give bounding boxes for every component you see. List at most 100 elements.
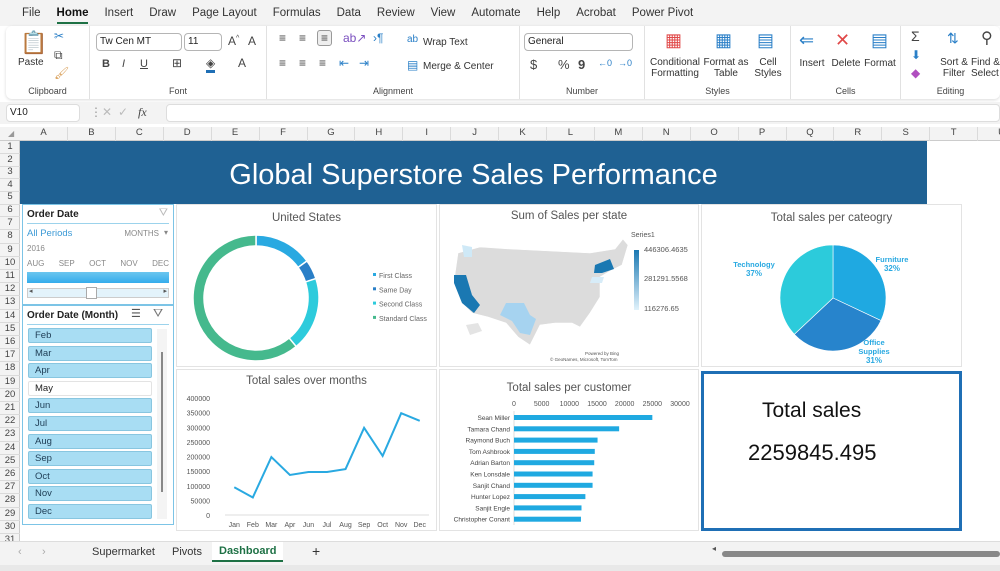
decrease-font-icon[interactable]: A <box>248 34 256 48</box>
row-header[interactable]: 8 <box>0 230 20 243</box>
slicer-scrollbar[interactable] <box>157 329 167 519</box>
align-top-icon[interactable]: ≡ <box>279 31 286 45</box>
row-header[interactable]: 2 <box>0 154 20 167</box>
column-header[interactable]: Q <box>786 127 834 141</box>
format-as-table-button[interactable]: Format as Table <box>703 57 749 79</box>
increase-decimal-icon[interactable]: ←0 <box>598 58 612 68</box>
bar[interactable] <box>514 415 652 420</box>
row-header[interactable]: 12 <box>0 283 20 296</box>
menu-file[interactable]: File <box>14 7 49 19</box>
row-header[interactable]: 9 <box>0 244 20 257</box>
slicer-item-sep[interactable]: Sep <box>28 451 152 466</box>
sales-line[interactable] <box>234 413 419 497</box>
format-table-icon[interactable]: ▦ <box>715 30 732 51</box>
clear-filter-icon[interactable]: ⛛ <box>153 306 163 321</box>
fill-color-icon[interactable]: ◈ <box>206 56 215 73</box>
font-size-select[interactable]: 11 <box>184 33 222 51</box>
align-left-icon[interactable]: ≡ <box>279 56 286 70</box>
insert-cells-icon[interactable]: ⇐ <box>799 30 814 51</box>
column-header[interactable]: M <box>595 127 643 141</box>
menu-data[interactable]: Data <box>329 7 369 19</box>
column-header[interactable]: P <box>739 127 787 141</box>
column-header[interactable]: R <box>834 127 882 141</box>
tab-supermarket[interactable]: Supermarket <box>92 546 155 558</box>
scroll-right-icon[interactable]: ▸ <box>163 287 167 295</box>
insert-function-button[interactable]: fx <box>138 105 147 120</box>
scrollbar-thumb[interactable] <box>161 352 163 492</box>
sales-by-state-map[interactable]: Sum of Sales per state Series1 446306.46… <box>439 204 699 367</box>
font-color-icon[interactable]: A <box>238 56 246 70</box>
find-select-button[interactable]: Find & Select <box>971 57 1000 79</box>
percent-button[interactable]: % <box>558 57 570 72</box>
menu-view[interactable]: View <box>423 7 464 19</box>
clear-filter-icon[interactable]: ⛛ <box>159 207 168 220</box>
paste-button[interactable]: Paste <box>18 57 44 68</box>
scroll-left-icon[interactable]: ◂ <box>712 544 716 553</box>
column-header[interactable]: T <box>930 127 978 141</box>
tab-pivots[interactable]: Pivots <box>172 546 202 558</box>
monthly-sales-line-chart[interactable]: Total sales over months 0500001000001500… <box>176 369 437 531</box>
timeline-month[interactable]: SEP <box>59 259 75 268</box>
wrap-text-button[interactable]: Wrap Text <box>423 37 468 48</box>
column-header[interactable]: D <box>164 127 212 141</box>
menu-review[interactable]: Review <box>369 7 423 19</box>
format-painter-icon[interactable]: 🖌 <box>54 66 69 80</box>
row-header[interactable]: 30 <box>0 521 20 534</box>
align-center-icon[interactable]: ≡ <box>299 56 306 70</box>
donut-slice[interactable] <box>289 279 319 347</box>
merge-center-button[interactable]: Merge & Center <box>423 61 494 72</box>
column-header[interactable]: J <box>451 127 499 141</box>
slicer-item-jun[interactable]: Jun <box>28 398 152 413</box>
currency-button[interactable]: $ <box>530 57 537 72</box>
menu-page-layout[interactable]: Page Layout <box>184 7 265 19</box>
row-header[interactable]: 25 <box>0 455 20 468</box>
align-right-icon[interactable]: ≡ <box>319 56 326 70</box>
find-icon[interactable]: ⚲ <box>981 28 993 48</box>
donut-slice[interactable] <box>256 235 307 267</box>
row-header[interactable]: 22 <box>0 415 20 428</box>
bold-button[interactable]: B <box>102 58 110 70</box>
increase-font-icon[interactable]: A^ <box>228 34 239 48</box>
font-name-select[interactable]: Tw Cen MT <box>96 33 182 51</box>
menu-formulas[interactable]: Formulas <box>265 7 329 19</box>
slicer-item-apr[interactable]: Apr <box>28 363 152 378</box>
clear-icon[interactable]: ◆ <box>911 66 920 80</box>
menu-draw[interactable]: Draw <box>141 7 184 19</box>
wrap-text-icon[interactable]: ab <box>407 34 418 45</box>
shipping-mode-donut-chart[interactable]: United States First ClassSame DaySecond … <box>176 204 437 367</box>
customer-sales-bar-chart[interactable]: Total sales per customer 050001000015000… <box>439 369 699 531</box>
slicer-item-oct[interactable]: Oct <box>28 469 152 484</box>
column-header[interactable]: I <box>403 127 451 141</box>
slicer-item-nov[interactable]: Nov <box>28 486 152 501</box>
row-header[interactable]: 20 <box>0 389 20 402</box>
row-header[interactable]: 18 <box>0 362 20 375</box>
format-cells-button[interactable]: Format <box>863 58 897 69</box>
timeline-month[interactable]: OCT <box>89 259 106 268</box>
cancel-icon[interactable]: ✕ <box>102 105 112 119</box>
borders-icon[interactable]: ⊞ <box>172 56 182 70</box>
decrease-indent-icon[interactable]: ⇤ <box>339 56 349 70</box>
next-sheet-icon[interactable]: › <box>42 546 46 558</box>
column-header[interactable]: H <box>355 127 403 141</box>
slicer-item-mar[interactable]: Mar <box>28 346 152 361</box>
row-header[interactable]: 16 <box>0 336 20 349</box>
multi-select-icon[interactable]: ☰ <box>131 307 141 320</box>
conditional-formatting-button[interactable]: Conditional Formatting <box>647 57 703 79</box>
row-header[interactable]: 21 <box>0 402 20 415</box>
row-header[interactable]: 26 <box>0 468 20 481</box>
autosum-icon[interactable]: Σ <box>911 28 920 44</box>
slicer-item-may[interactable]: May <box>28 381 152 396</box>
bar[interactable] <box>514 505 582 510</box>
row-header[interactable]: 11 <box>0 270 20 283</box>
column-header[interactable]: O <box>691 127 739 141</box>
row-header[interactable]: 29 <box>0 508 20 521</box>
timeline-month[interactable]: DEC <box>152 259 169 268</box>
row-header[interactable]: 10 <box>0 257 20 270</box>
donut-slice[interactable] <box>193 235 296 361</box>
time-level-select[interactable]: MONTHS <box>124 229 159 238</box>
chevron-down-icon[interactable]: ▾ <box>164 228 168 237</box>
bar[interactable] <box>514 494 585 499</box>
row-header[interactable]: 17 <box>0 349 20 362</box>
row-header[interactable]: 5 <box>0 191 20 204</box>
prev-sheet-icon[interactable]: ‹ <box>18 546 22 558</box>
